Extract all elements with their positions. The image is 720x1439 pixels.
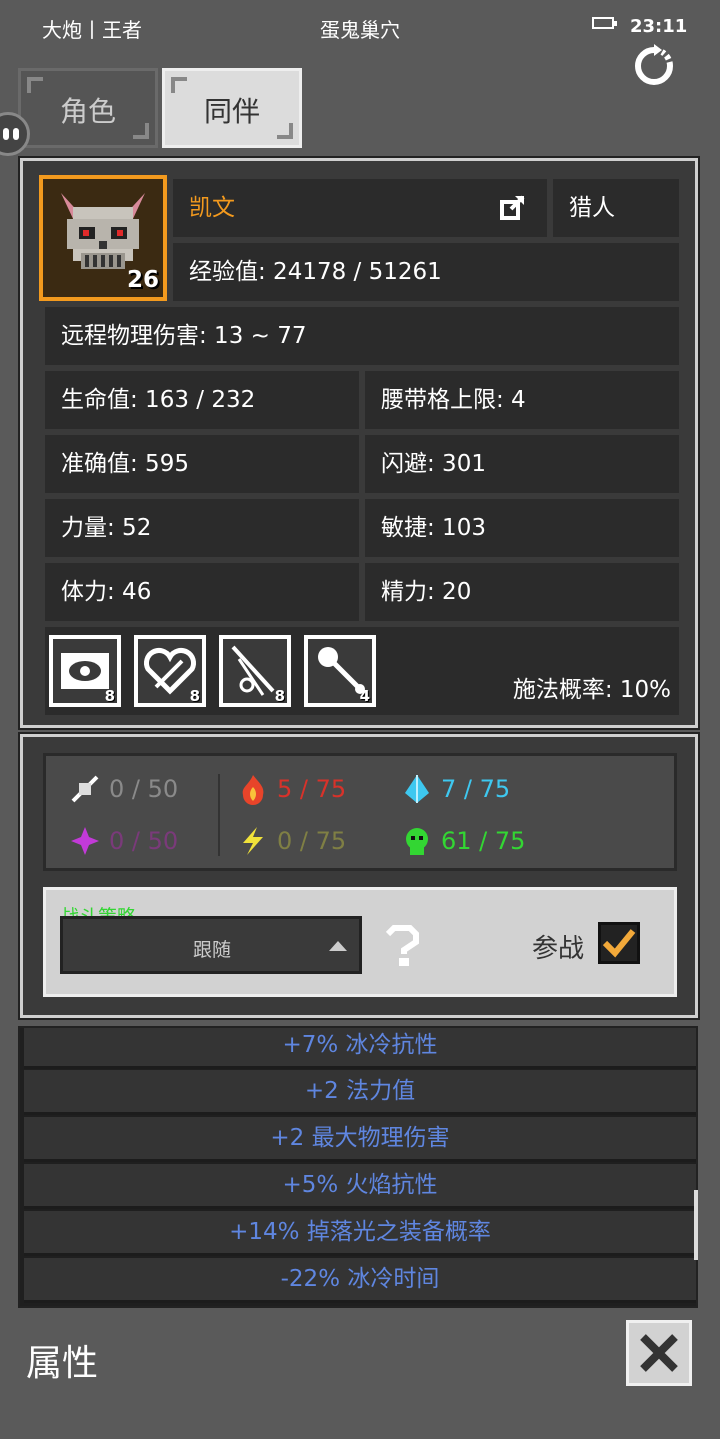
ranged-damage-text: 远程物理伤害: 13 ~ 77 xyxy=(61,323,307,349)
companion-class: 猎人 xyxy=(569,195,615,221)
clock: 23:11 xyxy=(630,16,688,37)
dodge-cell: 闪避: 301 xyxy=(365,435,679,493)
close-icon xyxy=(640,1334,678,1372)
checkmark-icon xyxy=(602,929,636,958)
skill-2-level: 8 xyxy=(189,687,200,705)
agility-cell: 敏捷: 103 xyxy=(365,499,679,557)
status-bar: 大炮丨王者 蛋鬼巢穴 23:11 xyxy=(0,0,720,52)
help-icon[interactable] xyxy=(384,924,420,966)
resistance-panel: 0 / 50 5 / 75 7 / 75 0 / 50 0 / 75 61 / … xyxy=(18,732,700,1020)
skill-slot-4[interactable]: 4 xyxy=(304,635,376,707)
skill-slot-2[interactable]: 8 xyxy=(134,635,206,707)
tab-companion-label: 同伴 xyxy=(203,95,260,128)
physical-resist-icon xyxy=(71,775,99,803)
tab-companion[interactable]: 同伴 xyxy=(162,68,302,148)
energy-cell: 精力: 20 xyxy=(365,563,679,621)
affix-list[interactable]: +7% 冰冷抗性 +2 法力值 +2 最大物理伤害 +5% 火焰抗性 +14% … xyxy=(18,1026,698,1308)
accuracy-text: 准确值: 595 xyxy=(61,451,189,477)
skill-4-level: 4 xyxy=(359,687,370,705)
vitality-cell: 体力: 46 xyxy=(45,563,359,621)
belt-cell: 腰带格上限: 4 xyxy=(365,371,679,429)
list-item: +14% 掉落光之装备概率 xyxy=(24,1211,696,1256)
skill-1-level: 8 xyxy=(104,687,115,705)
tab-character-label: 角色 xyxy=(59,95,116,128)
companion-level: 26 xyxy=(126,267,159,293)
list-item: +2 法力值 xyxy=(24,1070,696,1115)
list-scrollbar[interactable] xyxy=(694,1190,698,1260)
class-cell: 猎人 xyxy=(553,179,679,237)
dodge-text: 闪避: 301 xyxy=(381,451,486,477)
magic-resist-icon xyxy=(71,827,99,855)
cast-chance-text: 施法概率: 10% xyxy=(512,677,671,703)
fire-resist-icon xyxy=(242,775,264,805)
hp-cell: 生命值: 163 / 232 xyxy=(45,371,359,429)
name-cell: 凯文 xyxy=(173,179,547,237)
companion-portrait[interactable]: 26 xyxy=(39,175,167,301)
cold-resist-icon xyxy=(405,775,429,803)
skill-3-level: 8 xyxy=(274,687,285,705)
list-item: +5% 火焰抗性 xyxy=(24,1164,696,1209)
close-button[interactable] xyxy=(626,1320,692,1386)
refresh-icon[interactable] xyxy=(632,44,676,88)
agility-text: 敏捷: 103 xyxy=(381,515,486,541)
accuracy-cell: 准确值: 595 xyxy=(45,435,359,493)
energy-text: 精力: 20 xyxy=(381,579,472,605)
battery-icon xyxy=(592,17,617,29)
vitality-text: 体力: 46 xyxy=(61,579,152,605)
join-battle-label: 参战 xyxy=(532,934,585,964)
page-title: 属性 xyxy=(26,1343,99,1384)
experience-text: 经验值: 24178 / 51261 xyxy=(189,259,442,285)
chevron-up-icon xyxy=(329,941,347,951)
strength-text: 力量: 52 xyxy=(61,515,152,541)
strategy-selected: 跟随 xyxy=(193,939,232,961)
companion-stats-panel: 26 凯文 猎人 经验值: 24178 / 51261 远程物理伤害: 13 ~… xyxy=(18,156,700,730)
skill-slot-1[interactable]: 8 xyxy=(49,635,121,707)
damage-cell: 远程物理伤害: 13 ~ 77 xyxy=(45,307,679,365)
companion-name: 凯文 xyxy=(189,195,235,221)
tab-character[interactable]: 角色 xyxy=(18,68,158,148)
belt-limit-text: 腰带格上限: 4 xyxy=(381,387,526,413)
location-label: 蛋鬼巢穴 xyxy=(320,18,400,42)
strategy-box: 战斗策略 跟随 参战 xyxy=(43,887,677,997)
skill-slot-3[interactable]: 8 xyxy=(219,635,291,707)
strength-cell: 力量: 52 xyxy=(45,499,359,557)
hp-text: 生命值: 163 / 232 xyxy=(61,387,256,413)
list-item: +2 最大物理伤害 xyxy=(24,1117,696,1162)
experience-cell: 经验值: 24178 / 51261 xyxy=(173,243,679,301)
list-item: +7% 冰冷抗性 xyxy=(24,1028,696,1069)
list-item: -22% 冰冷时间 xyxy=(24,1258,696,1303)
rename-icon[interactable] xyxy=(499,195,525,221)
player-label: 大炮丨王者 xyxy=(42,18,142,42)
strategy-dropdown[interactable]: 跟随 xyxy=(60,916,362,974)
poison-skull-icon xyxy=(406,828,428,855)
join-battle-checkbox[interactable] xyxy=(598,922,640,964)
lightning-resist-icon xyxy=(243,827,263,855)
